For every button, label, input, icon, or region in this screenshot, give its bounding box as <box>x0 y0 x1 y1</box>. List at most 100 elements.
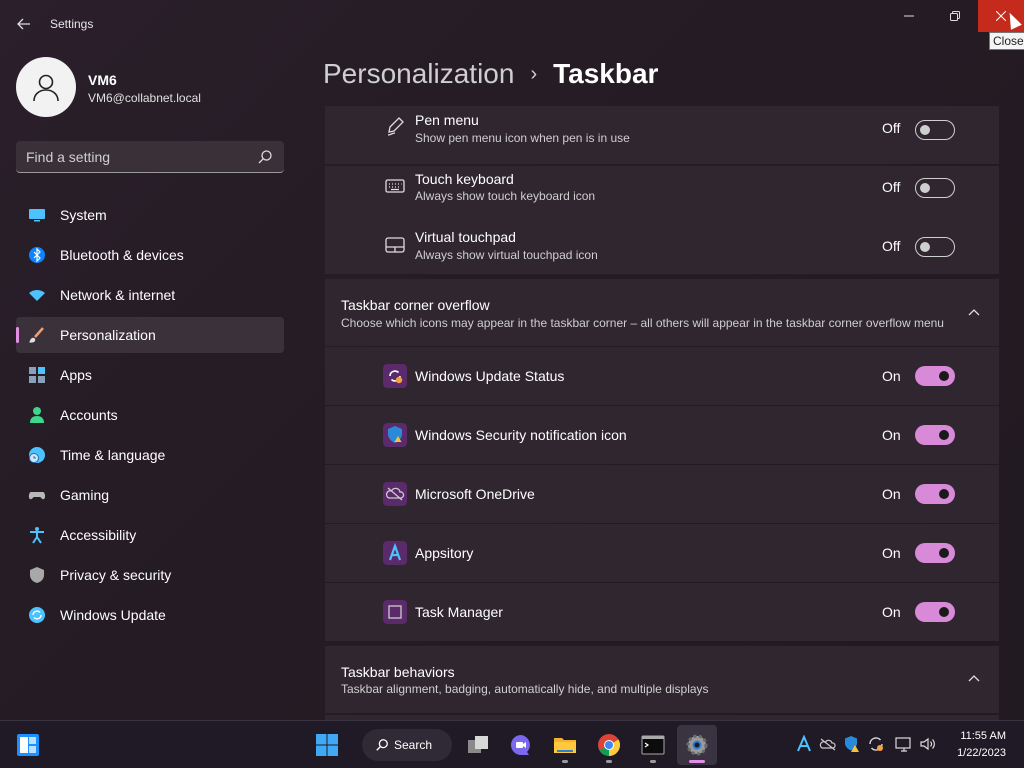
running-indicator <box>562 760 568 763</box>
update-icon <box>29 607 45 623</box>
toggle-knob <box>939 607 949 617</box>
person-icon <box>30 407 44 423</box>
sidebar-item-apps[interactable]: Apps <box>16 357 284 393</box>
toggle-knob <box>939 489 949 499</box>
close-tooltip: Close <box>989 32 1024 50</box>
toggle-state-label: On <box>882 604 901 620</box>
pen-menu-toggle[interactable] <box>915 120 955 140</box>
monitor-icon <box>29 209 45 222</box>
search-icon[interactable] <box>257 149 273 165</box>
sidebar-item-personalization[interactable]: Personalization <box>16 317 284 353</box>
setting-row-pen-menu: Pen menu Show pen menu icon when pen is … <box>325 106 999 164</box>
sidebar-item-bluetooth[interactable]: Bluetooth & devices <box>16 237 284 273</box>
chrome-icon <box>598 734 620 756</box>
overflow-item-title: Task Manager <box>415 604 503 620</box>
toggle-knob <box>920 125 930 135</box>
widgets-button[interactable] <box>8 725 48 765</box>
clock-date[interactable]: 1/22/2023 <box>946 747 1006 759</box>
windows-update-tray-icon[interactable] <box>867 735 885 753</box>
setting-title: Pen menu <box>415 112 479 128</box>
toggle-state-label: Off <box>882 179 901 195</box>
sidebar-item-accessibility[interactable]: Accessibility <box>16 517 284 553</box>
pen-icon <box>387 117 404 136</box>
onedrive-toggle[interactable] <box>915 484 955 504</box>
chevron-up-icon <box>968 675 980 682</box>
running-indicator <box>606 760 612 763</box>
sidebar-item-privacy-security[interactable]: Privacy & security <box>16 557 284 593</box>
clock-time[interactable]: 11:55 AM <box>954 730 1006 742</box>
breadcrumb-separator: › <box>530 62 538 85</box>
back-arrow-icon <box>17 18 30 30</box>
sidebar-item-label: Accessibility <box>60 527 137 543</box>
appsitory-toggle[interactable] <box>915 543 955 563</box>
sidebar-item-label: Time & language <box>60 447 166 463</box>
windows-update-status-icon <box>383 364 407 388</box>
touch-keyboard-toggle[interactable] <box>915 178 955 198</box>
onedrive-icon <box>383 482 407 506</box>
taskbar-behaviors-header[interactable]: Taskbar behaviors Taskbar alignment, bad… <box>325 646 999 713</box>
appsitory-tray-icon[interactable] <box>795 735 813 753</box>
sidebar-item-gaming[interactable]: Gaming <box>16 477 284 513</box>
sidebar-item-network[interactable]: Network & internet <box>16 277 284 313</box>
windows-start-icon <box>316 734 338 756</box>
breadcrumb-parent[interactable]: Personalization <box>323 58 514 90</box>
volume-icon[interactable] <box>919 735 937 753</box>
search-icon <box>376 739 388 751</box>
search-box <box>16 141 284 173</box>
sidebar-item-system[interactable]: System <box>16 197 284 233</box>
settings-gear-icon <box>686 734 708 756</box>
back-button[interactable] <box>12 12 36 36</box>
minimize-icon <box>904 15 914 17</box>
overflow-item-title: Appsitory <box>415 545 474 561</box>
sidebar-item-time-language[interactable]: Time & language <box>16 437 284 473</box>
file-explorer-button[interactable] <box>545 725 585 765</box>
sidebar-item-accounts[interactable]: Accounts <box>16 397 284 433</box>
task-manager-toggle[interactable] <box>915 602 955 622</box>
toggle-state-label: On <box>882 368 901 384</box>
sidebar-item-windows-update[interactable]: Windows Update <box>16 597 284 633</box>
taskbar-corner-overflow-header[interactable]: Taskbar corner overflow Choose which ico… <box>325 279 999 346</box>
overflow-item-task-manager: Task Manager On <box>325 583 999 641</box>
toggle-knob <box>920 242 930 252</box>
toggle-knob <box>939 548 949 558</box>
restore-icon <box>950 11 960 21</box>
sidebar-item-label: System <box>60 207 107 223</box>
overflow-item-title: Windows Update Status <box>415 368 565 384</box>
windows-security-toggle[interactable] <box>915 425 955 445</box>
bluetooth-icon <box>29 247 45 263</box>
widgets-icon <box>17 734 39 756</box>
settings-taskbar-button[interactable] <box>677 725 717 765</box>
terminal-button[interactable] <box>633 725 673 765</box>
overflow-item-windows-security: Windows Security notification icon On <box>325 406 999 464</box>
sidebar-item-label: Gaming <box>60 487 110 503</box>
settings-content: Pen menu Show pen menu icon when pen is … <box>325 106 999 720</box>
task-view-button[interactable] <box>458 725 498 765</box>
toggle-state-label: Off <box>882 120 901 136</box>
sidebar-item-label: Bluetooth & devices <box>60 247 184 263</box>
profile-email: VM6@collabnet.local <box>88 91 201 105</box>
chrome-button[interactable] <box>589 725 629 765</box>
toggle-state-label: On <box>882 545 901 561</box>
sidebar-item-label: Network & internet <box>60 287 176 303</box>
toggle-state-label: On <box>882 486 901 502</box>
windows-update-status-toggle[interactable] <box>915 366 955 386</box>
running-indicator <box>650 760 656 763</box>
toggle-knob <box>939 371 949 381</box>
sidebar-nav: System Bluetooth & devices Network & int… <box>16 197 284 637</box>
restore-button[interactable] <box>932 0 978 32</box>
teams-chat-button[interactable] <box>501 725 541 765</box>
clock-globe-icon <box>29 447 45 463</box>
minimize-button[interactable] <box>886 0 932 32</box>
windows-security-tray-icon[interactable] <box>843 735 861 753</box>
page-title: Taskbar <box>553 58 659 89</box>
network-icon[interactable] <box>895 735 913 753</box>
taskbar-search-button[interactable]: Search <box>362 729 452 761</box>
setting-title: Touch keyboard <box>415 171 514 187</box>
touchpad-icon <box>385 237 405 253</box>
keyboard-icon <box>385 179 405 193</box>
onedrive-tray-icon[interactable] <box>819 735 837 753</box>
virtual-touchpad-toggle[interactable] <box>915 237 955 257</box>
title-bar: Settings Close <box>0 0 1024 50</box>
search-input[interactable] <box>26 141 246 172</box>
start-button[interactable] <box>307 725 347 765</box>
